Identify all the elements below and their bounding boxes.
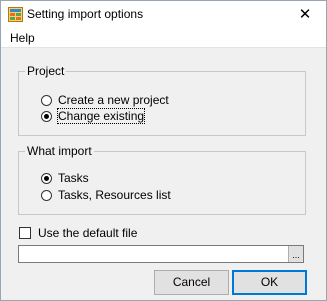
cancel-button[interactable]: Cancel <box>154 270 229 295</box>
use-default-file-checkbox[interactable] <box>19 227 31 239</box>
project-group: Project Create a new project Change exis… <box>18 64 306 136</box>
radio-change-existing[interactable]: Change existing <box>41 108 146 124</box>
app-grid-icon <box>8 7 23 22</box>
close-icon: ✕ <box>298 6 312 23</box>
title-bar[interactable]: Setting import options ✕ <box>1 1 326 29</box>
dialog-window: Setting import options ✕ Help Project Cr… <box>0 0 327 301</box>
use-default-file-checkbox-row[interactable]: Use the default file <box>19 226 137 240</box>
radio-label: Tasks <box>58 171 89 185</box>
radio-button[interactable] <box>41 172 52 184</box>
radio-button[interactable] <box>41 189 52 201</box>
default-file-path-input[interactable] <box>18 245 304 263</box>
radio-tasks[interactable]: Tasks <box>41 171 89 185</box>
what-import-group: What import Tasks Tasks, Resources list <box>18 144 306 215</box>
radio-label: Change existing <box>56 108 146 124</box>
menu-item-help[interactable]: Help <box>10 31 35 45</box>
radio-button[interactable] <box>41 94 52 106</box>
menu-bar: Help <box>1 29 326 48</box>
project-group-legend: Project <box>25 64 67 78</box>
window-title: Setting import options <box>27 7 144 21</box>
radio-tasks-resources[interactable]: Tasks, Resources list <box>41 188 171 202</box>
browse-button[interactable]: ... <box>288 246 303 262</box>
radio-label: Create a new project <box>58 93 169 107</box>
ok-button[interactable]: OK <box>232 270 307 295</box>
use-default-file-label: Use the default file <box>38 226 138 240</box>
radio-create-new-project[interactable]: Create a new project <box>41 93 169 107</box>
radio-label: Tasks, Resources list <box>58 188 171 202</box>
close-button[interactable]: ✕ <box>284 1 326 29</box>
radio-button[interactable] <box>41 110 52 122</box>
what-import-group-legend: What import <box>25 144 94 158</box>
